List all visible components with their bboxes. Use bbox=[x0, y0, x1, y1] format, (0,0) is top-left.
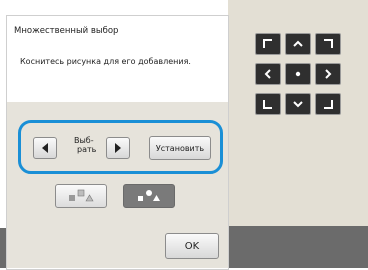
dialog-message: Коснитесь рисунка для его добавления. bbox=[20, 57, 191, 66]
corner-down-right-icon bbox=[324, 100, 333, 109]
move-right-button[interactable] bbox=[315, 63, 341, 85]
chevron-up-icon bbox=[293, 40, 303, 47]
group-mode-button[interactable] bbox=[55, 184, 107, 208]
move-up-left-button[interactable] bbox=[255, 33, 281, 55]
triangle-right-icon bbox=[115, 143, 121, 153]
move-down-button[interactable] bbox=[285, 93, 311, 115]
move-left-button[interactable] bbox=[255, 63, 281, 85]
select-label-line2: рать bbox=[77, 145, 97, 154]
corner-up-left-icon bbox=[263, 39, 272, 48]
select-label: Выб- рать bbox=[74, 136, 96, 154]
set-button[interactable]: Установить bbox=[149, 136, 211, 160]
select-prev-button[interactable] bbox=[33, 137, 57, 159]
select-next-button[interactable] bbox=[106, 137, 130, 159]
move-up-button[interactable] bbox=[285, 33, 311, 55]
select-label-line1: Выб- bbox=[74, 136, 94, 145]
chevron-right-icon bbox=[325, 69, 332, 79]
corner-down-left-icon bbox=[263, 100, 272, 109]
shapes-group-icon bbox=[69, 189, 94, 202]
dialog-title: Множественный выбор bbox=[14, 26, 119, 36]
ok-button[interactable]: OK bbox=[165, 233, 219, 259]
chevron-left-icon bbox=[264, 69, 271, 79]
chevron-down-icon bbox=[293, 101, 303, 108]
move-down-right-button[interactable] bbox=[315, 93, 341, 115]
move-center-button[interactable] bbox=[285, 63, 311, 85]
move-up-right-button[interactable] bbox=[315, 33, 341, 55]
shapes-ungroup-icon bbox=[138, 190, 160, 201]
center-dot-icon bbox=[295, 71, 301, 77]
move-down-left-button[interactable] bbox=[255, 93, 281, 115]
corner-up-right-icon bbox=[324, 39, 333, 48]
triangle-left-icon bbox=[42, 143, 48, 153]
right-bottom-bar bbox=[228, 226, 368, 268]
ungroup-mode-button[interactable] bbox=[123, 184, 175, 208]
